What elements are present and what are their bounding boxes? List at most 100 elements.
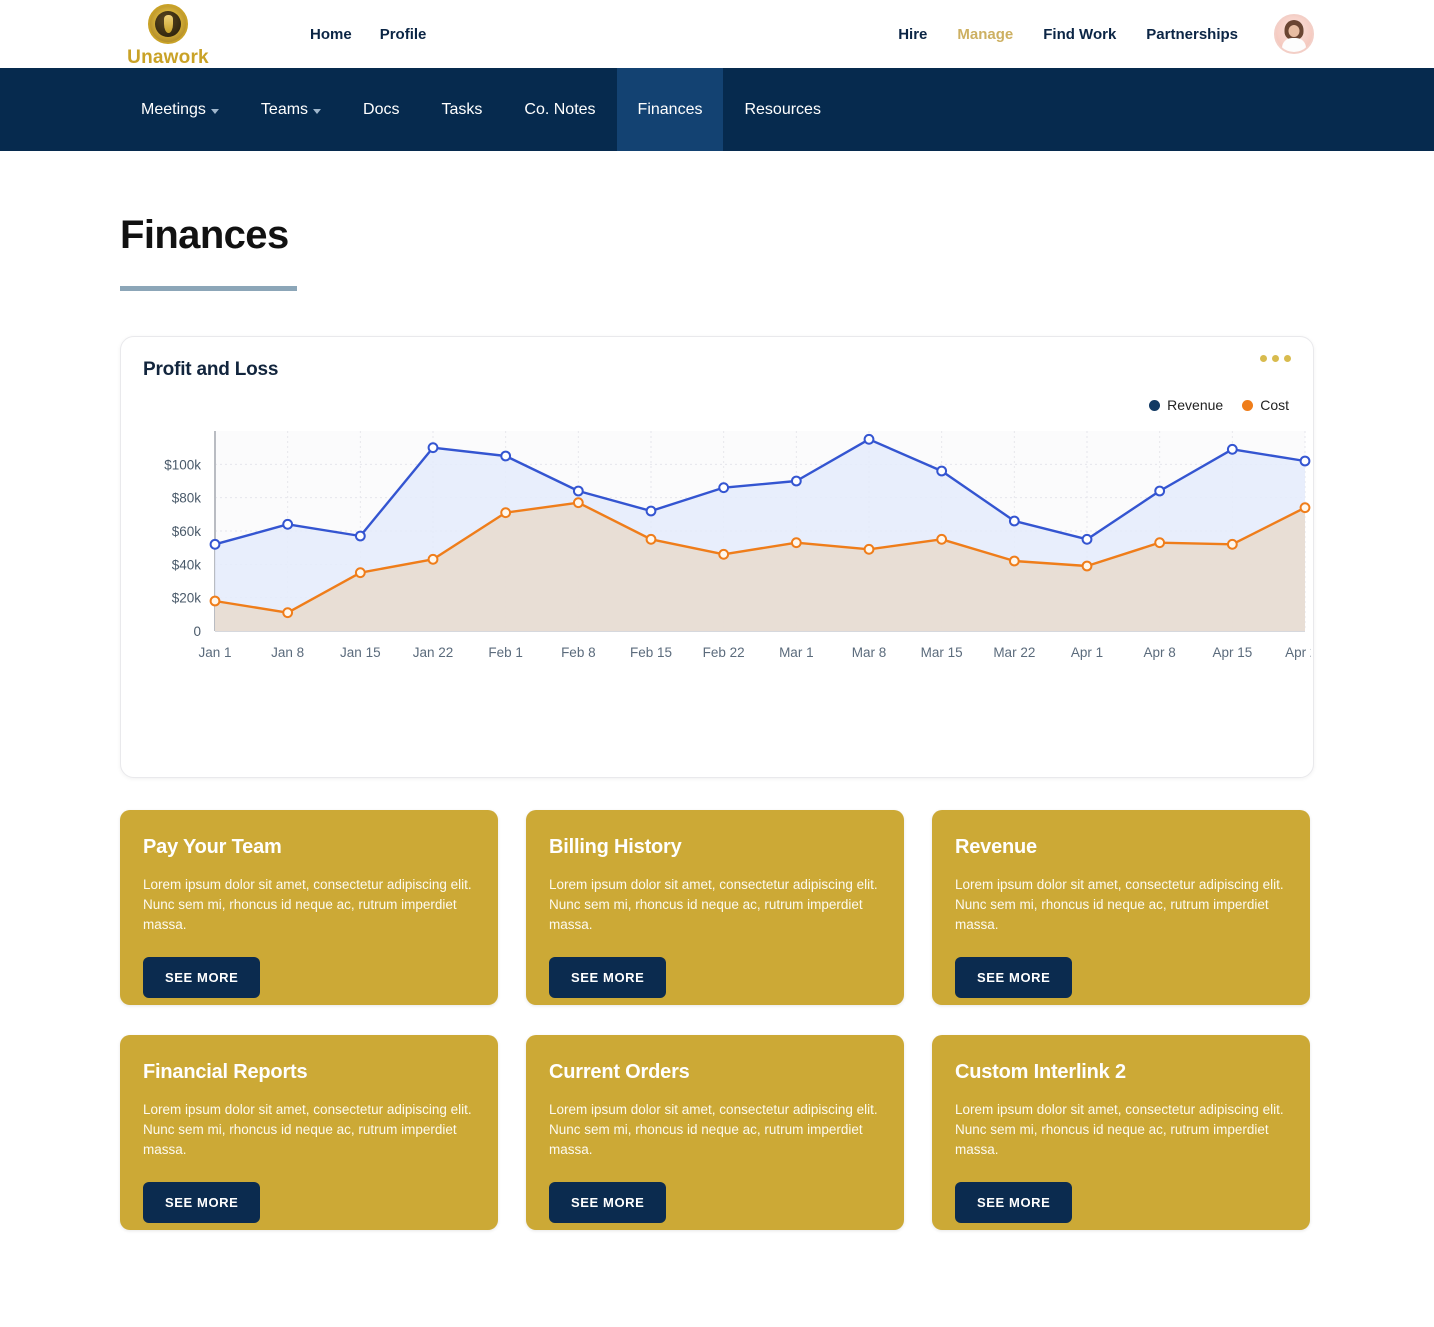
legend-label-cost: Cost [1260,397,1289,413]
nav-item-teams[interactable]: Teams [240,68,342,151]
avatar[interactable] [1274,14,1314,54]
cost-point[interactable] [1226,538,1238,550]
finance-card-financial-reports: Financial Reports Lorem ipsum dolor sit … [120,1035,498,1230]
revenue-point[interactable] [209,538,221,550]
nav-item-label: Resources [744,100,821,118]
cost-point[interactable] [645,533,657,545]
nav-item-label: Teams [260,100,309,118]
revenue-point[interactable] [282,518,294,530]
revenue-point[interactable] [645,505,657,517]
kebab-dots-icon[interactable] [1260,355,1291,362]
revenue-point[interactable] [718,482,730,494]
card-body: Lorem ipsum dolor sit amet, consectetur … [549,877,878,932]
y-axis-tick-label: $60k [172,524,202,539]
main-navbar: Meetings Teams Docs Tasks Co. Notes Fina… [0,68,1434,151]
see-more-button[interactable]: SEE MORE [955,957,1073,998]
cost-point[interactable] [427,553,439,565]
revenue-point[interactable] [427,442,439,454]
chart-legend: Revenue Cost [1149,397,1289,413]
x-axis-tick-label: Feb 8 [561,645,596,660]
card-body: Lorem ipsum dolor sit amet, consectetur … [143,1102,472,1157]
see-more-button[interactable]: SEE MORE [143,1182,261,1223]
legend-dot-revenue [1149,399,1161,411]
header-link-profile[interactable]: Profile [380,26,427,43]
revenue-point[interactable] [936,465,948,477]
header-link-manage[interactable]: Manage [957,26,1013,43]
revenue-point[interactable] [1008,515,1020,527]
revenue-point[interactable] [572,485,584,497]
cost-point[interactable] [1154,537,1166,549]
nav-item-meetings[interactable]: Meetings [120,68,240,151]
cost-point[interactable] [1081,560,1093,572]
top-header: Unawork Home Profile Hire Manage Find Wo… [0,0,1434,68]
y-axis-tick-label: $100k [164,457,201,472]
page-title-underline [120,286,297,291]
legend-entry-cost[interactable]: Cost [1242,397,1289,413]
see-more-button[interactable]: SEE MORE [549,957,667,998]
cost-point[interactable] [936,533,948,545]
x-axis-tick-label: Mar 1 [779,645,814,660]
header-secondary-links: Hire Manage Find Work Partnerships [898,0,1314,68]
cost-point[interactable] [1299,502,1311,514]
see-more-button[interactable]: SEE MORE [955,1182,1073,1223]
nav-item-tasks[interactable]: Tasks [421,68,504,151]
cost-point[interactable] [500,507,512,519]
see-more-button[interactable]: SEE MORE [549,1182,667,1223]
nav-item-label: Tasks [441,100,483,118]
nav-item-co-notes[interactable]: Co. Notes [503,68,616,151]
x-axis-tick-label: Apr 15 [1212,645,1252,660]
finance-cards-grid: Pay Your Team Lorem ipsum dolor sit amet… [120,810,1314,1230]
x-axis-tick-label: Feb 1 [488,645,523,660]
y-axis-tick-label: $40k [172,557,202,572]
x-axis-tick-label: Jan 22 [413,645,454,660]
x-axis-tick-label: Mar 15 [921,645,963,660]
cost-point[interactable] [790,537,802,549]
revenue-point[interactable] [790,475,802,487]
x-axis-tick-label: Feb 15 [630,645,672,660]
legend-entry-revenue[interactable]: Revenue [1149,397,1223,413]
revenue-point[interactable] [1226,443,1238,455]
finance-card-custom-interlink-2: Custom Interlink 2 Lorem ipsum dolor sit… [932,1035,1310,1230]
chevron-down-icon [210,108,219,114]
x-axis-tick-label: Jan 15 [340,645,381,660]
card-title: Custom Interlink 2 [955,1061,1126,1083]
nav-item-docs[interactable]: Docs [342,68,420,151]
header-link-hire[interactable]: Hire [898,26,927,43]
card-body: Lorem ipsum dolor sit amet, consectetur … [955,1102,1284,1157]
header-link-find-work[interactable]: Find Work [1043,26,1116,43]
brand-logo[interactable]: Unawork [120,0,216,68]
revenue-point[interactable] [1081,533,1093,545]
see-more-button[interactable]: SEE MORE [143,957,261,998]
x-axis-tick-label: Jan 1 [198,645,231,660]
cost-point[interactable] [354,567,366,579]
avatar-body [1282,38,1306,52]
page-content: Finances Profit and Loss Revenue Cost 0 $… [0,213,1434,1230]
nav-item-finances[interactable]: Finances [616,68,724,151]
cost-point[interactable] [1008,555,1020,567]
unawork-emblem-icon [148,3,188,44]
finance-card-current-orders: Current Orders Lorem ipsum dolor sit ame… [526,1035,904,1230]
revenue-point[interactable] [1154,485,1166,497]
x-axis-tick-label: Apr 22 [1285,645,1311,660]
cost-point[interactable] [209,595,221,607]
cost-point[interactable] [863,543,875,555]
chart-plot-area[interactable]: 0 $20k $40k $60k $80k $100k Jan 1 Jan 8 Jan 15 Ja… [143,425,1311,675]
card-title: Billing History [549,836,682,858]
revenue-point[interactable] [1299,455,1311,467]
header-link-home[interactable]: Home [310,26,352,43]
finance-card-billing-history: Billing History Lorem ipsum dolor sit am… [526,810,904,1005]
avatar-face [1288,25,1300,37]
revenue-point[interactable] [500,450,512,462]
cost-point[interactable] [572,497,584,509]
profit-and-loss-card: Profit and Loss Revenue Cost 0 $20k $40k $6… [120,336,1314,778]
kebab-dot [1284,355,1291,362]
cost-point[interactable] [282,607,294,619]
cost-point[interactable] [718,548,730,560]
header-link-partnerships[interactable]: Partnerships [1146,26,1238,43]
x-axis-tick-label: Mar 8 [852,645,887,660]
page-title: Finances [120,213,289,257]
nav-item-resources[interactable]: Resources [723,68,841,151]
legend-dot-cost [1242,399,1254,411]
revenue-point[interactable] [863,433,875,445]
revenue-point[interactable] [354,530,366,542]
